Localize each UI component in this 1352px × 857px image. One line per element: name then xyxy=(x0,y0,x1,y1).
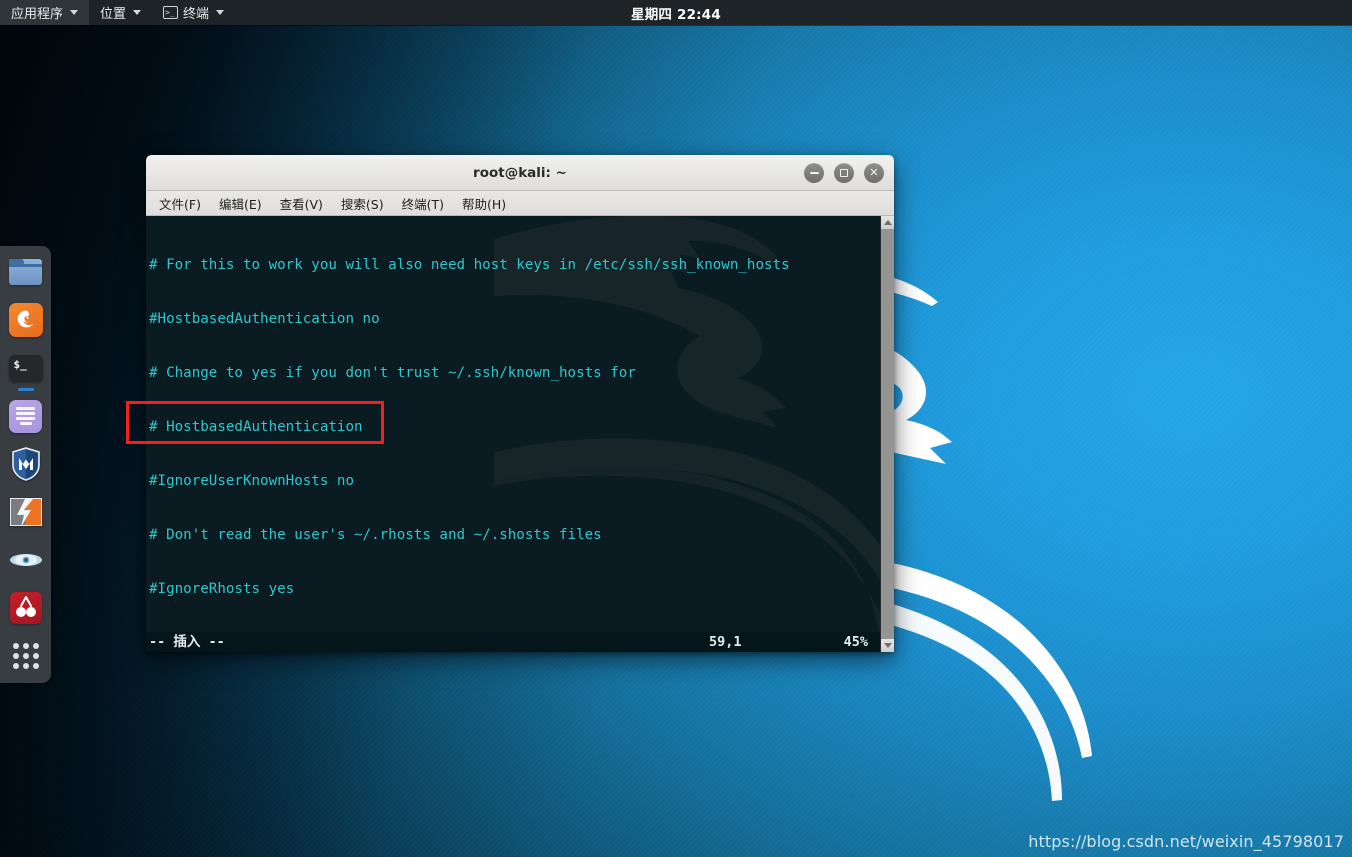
terminal-line: #IgnoreUserKnownHosts no xyxy=(149,473,354,489)
terminal-icon xyxy=(8,354,43,382)
menu-item-view[interactable]: 查看(V) xyxy=(271,191,332,216)
dock-item-terminal[interactable] xyxy=(8,351,43,385)
dock-item-burpsuite[interactable] xyxy=(9,495,43,529)
panel-menu-places[interactable]: 位置 xyxy=(89,0,152,25)
window-menubar: 文件(F) 编辑(E) 查看(V) 搜索(S) 终端(T) 帮助(H) xyxy=(146,191,894,216)
firefox-icon xyxy=(8,303,43,337)
maximize-icon xyxy=(840,168,848,177)
terminal-window[interactable]: root@kali: ~ ✕ 文件(F) 编辑(E) 查看(V) 搜索(S) 终… xyxy=(146,155,894,652)
menu-item-search[interactable]: 搜索(S) xyxy=(332,191,393,216)
scroll-up-arrow-icon xyxy=(883,220,892,225)
terminal-text-area[interactable]: # For this to work you will also need ho… xyxy=(146,216,880,652)
places-label: 位置 xyxy=(100,7,127,22)
applications-label: 应用程序 xyxy=(11,7,64,22)
chevron-down-icon xyxy=(216,10,225,15)
scrollbar-up-button[interactable] xyxy=(881,216,894,229)
dock-item-metasploit[interactable] xyxy=(9,447,43,481)
burp-icon xyxy=(9,498,42,526)
vim-cursor-position: 59,1 xyxy=(709,634,742,650)
dock-item-text-editor[interactable] xyxy=(9,399,43,433)
terminal-line: #IgnoreRhosts yes xyxy=(149,581,295,597)
dock-item-firefox[interactable] xyxy=(8,303,43,337)
panel-menu-applications[interactable]: 应用程序 xyxy=(0,0,90,25)
terminal-line: #HostbasedAuthentication no xyxy=(149,311,380,327)
dock-item-wireshark[interactable] xyxy=(9,543,43,577)
dock-item-show-applications[interactable] xyxy=(9,639,43,673)
terminal-body[interactable]: # For this to work you will also need ho… xyxy=(146,216,894,652)
window-title: root@kali: ~ xyxy=(473,164,567,181)
folder-icon xyxy=(9,259,42,285)
dock-item-file-manager[interactable] xyxy=(9,255,43,289)
cherry-icon xyxy=(9,592,42,624)
maximize-button[interactable] xyxy=(834,162,854,183)
window-controls: ✕ xyxy=(804,162,884,183)
chevron-down-icon xyxy=(133,10,142,15)
terminal-line: # For this to work you will also need ho… xyxy=(149,257,790,273)
scrollbar-track[interactable] xyxy=(881,229,894,639)
close-button[interactable]: ✕ xyxy=(864,162,884,183)
vim-scroll-percent: 45% xyxy=(843,634,868,650)
grid-dots-icon xyxy=(12,643,39,669)
window-titlebar[interactable]: root@kali: ~ ✕ xyxy=(146,155,894,191)
terminal-line: # Don't read the user's ~/.rhosts and ~/… xyxy=(149,527,602,543)
menu-item-edit[interactable]: 编辑(E) xyxy=(210,191,271,216)
top-panel: 应用程序 位置 终端 星期四 22:44 xyxy=(0,0,1352,25)
menu-item-file[interactable]: 文件(F) xyxy=(150,191,210,216)
blog-watermark: https://blog.csdn.net/weixin_45798017 xyxy=(1028,832,1344,851)
scrollbar-thumb[interactable] xyxy=(881,229,894,639)
scroll-down-arrow-icon xyxy=(883,643,892,648)
terminal-icon xyxy=(163,6,179,19)
terminal-window-label: 终端 xyxy=(183,7,210,22)
vim-mode-indicator: -- 插入 -- xyxy=(149,634,225,650)
shark-fin-icon xyxy=(9,554,42,566)
menu-item-help[interactable]: 帮助(H) xyxy=(453,191,515,216)
terminal-scrollbar[interactable] xyxy=(880,216,894,652)
scrollbar-down-button[interactable] xyxy=(881,639,894,652)
minimize-icon xyxy=(809,171,819,174)
chevron-down-icon xyxy=(70,10,79,15)
vim-status-bar: -- 插入 -- 59,1 45% xyxy=(146,632,894,652)
document-icon xyxy=(9,399,42,433)
dock xyxy=(0,246,51,683)
shield-m-icon xyxy=(11,447,40,481)
terminal-line: # HostbasedAuthentication xyxy=(149,419,363,435)
panel-window-terminal[interactable]: 终端 xyxy=(152,0,235,25)
desktop: 应用程序 位置 终端 星期四 22:44 $_ root@kali: ~ ✕ 文… xyxy=(0,0,1352,857)
terminal-line: # Change to yes if you don't trust ~/.ss… xyxy=(149,365,636,381)
dock-item-cherrytree[interactable] xyxy=(9,591,43,625)
menu-item-terminal[interactable]: 终端(T) xyxy=(393,191,453,216)
minimize-button[interactable] xyxy=(804,162,824,183)
close-icon: ✕ xyxy=(869,166,879,179)
